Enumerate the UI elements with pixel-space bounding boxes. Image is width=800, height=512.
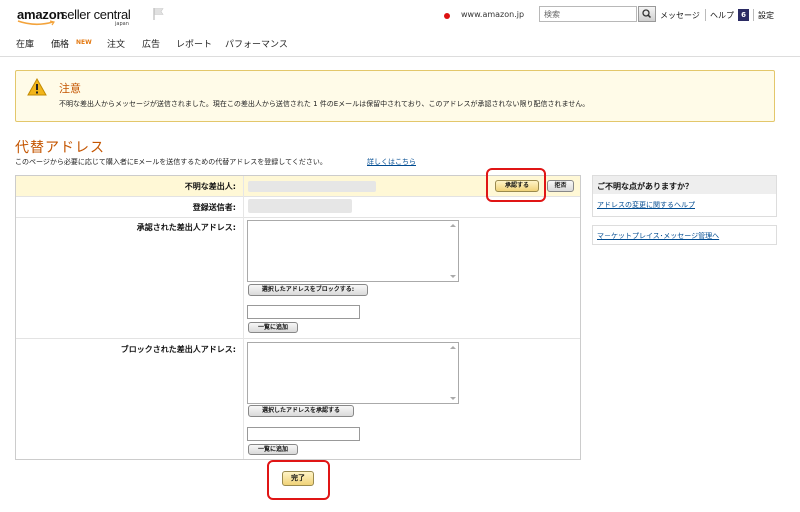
approved-addresses-list[interactable]: [247, 220, 459, 282]
messages-link[interactable]: メッセージ: [660, 10, 700, 21]
alert-message: 不明な差出人からメッセージが送信されました。現在この差出人から送信された 1 件…: [59, 100, 590, 108]
blocked-addresses-label: ブロックされた差出人アドレス:: [120, 345, 236, 354]
registered-sender-label: 登録送信者:: [192, 203, 236, 212]
nav-reports[interactable]: レポート: [176, 37, 212, 50]
help-link[interactable]: ヘルプ: [710, 10, 734, 21]
help-count-badge: 6: [738, 9, 749, 21]
settings-link[interactable]: 設定: [758, 10, 774, 21]
nav-divider: [0, 56, 800, 57]
logo-region: japan: [115, 21, 129, 27]
sender-address-redacted: [248, 181, 376, 192]
nav-performance[interactable]: パフォーマンス: [225, 37, 288, 50]
warning-icon: [27, 78, 47, 96]
search-icon: [642, 9, 652, 19]
nav-orders[interactable]: 注文: [107, 37, 125, 50]
highlight-done: [267, 460, 330, 500]
scroll-down-arrow[interactable]: [450, 397, 456, 400]
seller-central-logo-text[interactable]: seller central: [61, 7, 131, 22]
add-to-blocked-button[interactable]: 一覧に追加: [248, 444, 298, 455]
page-description: このページから必要に応じて購入者にEメールを送信するための代替アドレスを登録して…: [15, 158, 327, 166]
column-divider: [243, 176, 244, 459]
new-badge: NEW: [76, 39, 92, 46]
alert-box: [15, 70, 775, 122]
alert-title: 注意: [59, 82, 81, 95]
help-panel-title: ご不明な点がありますか？: [597, 182, 693, 191]
blocked-address-input[interactable]: [247, 427, 360, 441]
flag-icon[interactable]: [152, 7, 166, 21]
nav-advertising[interactable]: 広告: [142, 37, 160, 50]
search-input[interactable]: 検索: [539, 6, 637, 22]
add-to-approved-button[interactable]: 一覧に追加: [248, 322, 298, 333]
approved-addresses-label: 承認された差出人アドレス:: [136, 223, 236, 232]
scroll-down-arrow[interactable]: [450, 275, 456, 278]
message-manager-link[interactable]: マ－ケットプレイス･メッセージ管理へ: [597, 231, 719, 241]
reject-button[interactable]: 拒否: [547, 180, 574, 192]
details-link[interactable]: 詳しくはこちら: [367, 157, 416, 167]
scroll-up-arrow[interactable]: [450, 346, 456, 349]
highlight-approve: [486, 168, 546, 202]
approved-address-input[interactable]: [247, 305, 360, 319]
approve-selected-button[interactable]: 選択したアドレスを承認する: [248, 405, 354, 417]
page-title: 代替アドレス: [15, 140, 105, 156]
header-divider: [753, 9, 754, 21]
amazon-smile-icon: [17, 20, 55, 26]
header-divider: [705, 9, 706, 21]
marketplace-selector[interactable]: www.amazon.jp: [461, 10, 524, 19]
blocked-addresses-list[interactable]: [247, 342, 459, 404]
address-change-help-link[interactable]: アドレスの変更に関するヘルプ: [597, 200, 695, 210]
scroll-up-arrow[interactable]: [450, 224, 456, 227]
unknown-sender-label: 不明な差出人:: [184, 182, 236, 191]
nav-pricing[interactable]: 価格: [51, 37, 69, 50]
row-divider: [16, 217, 580, 218]
nav-inventory[interactable]: 在庫: [16, 37, 34, 50]
block-selected-button[interactable]: 選択したアドレスをブロックする:: [248, 284, 368, 296]
search-button[interactable]: [638, 6, 656, 22]
row-divider: [16, 338, 580, 339]
marketplace-flag-dot: [444, 13, 450, 19]
registered-sender-redacted: [248, 199, 352, 213]
